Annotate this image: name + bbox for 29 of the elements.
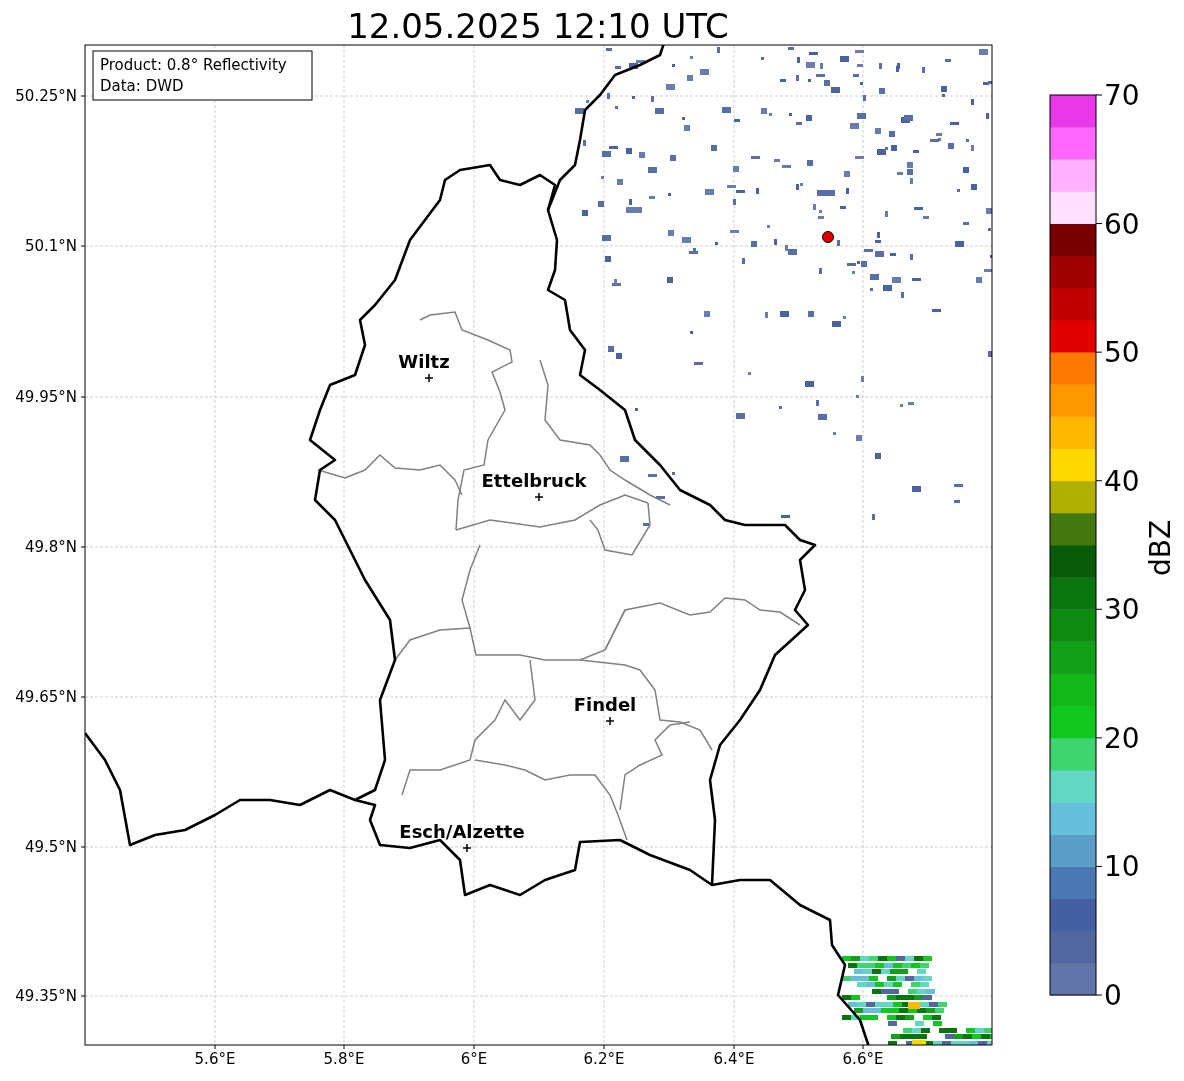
axis-tick-label: 6.2°E [583, 1050, 625, 1068]
colorbar-tick-label: 50 [1104, 336, 1140, 370]
colorbar-label: dBZ [1144, 519, 1177, 577]
colorbar-tick-label: 0 [1104, 979, 1122, 1012]
city-label: Wiltz [398, 351, 450, 372]
axis-tick-label: 49.8°N [24, 538, 77, 556]
city-label: Esch/Alzette [399, 821, 525, 842]
axis-tick-label: 50.1°N [24, 237, 77, 255]
axis-tick-label: 6°E [460, 1050, 488, 1068]
axis-tick-label: 49.95°N [15, 388, 77, 406]
info-text: Product: 0.8° Reflectivity [100, 56, 287, 74]
axis-tick-label: 5.6°E [194, 1050, 236, 1068]
axis-tick-label: 5.8°E [323, 1050, 365, 1068]
axis-tick-label: 49.65°N [15, 688, 77, 706]
info-text: Data: DWD [100, 77, 184, 95]
colorbar-tick-label: 10 [1104, 850, 1140, 884]
colorbar-tick-label: 20 [1104, 721, 1140, 755]
colorbar-tick-label: 30 [1104, 593, 1140, 627]
axis-tick-label: 6.4°E [713, 1050, 755, 1068]
axis-tick-label: 49.5°N [24, 838, 77, 856]
chart-title: 12.05.2025 12:10 UTC [347, 6, 729, 46]
axis-tick-label: 49.35°N [15, 987, 77, 1005]
city-label: Ettelbruck [481, 470, 587, 491]
colorbar-tick-label: 40 [1104, 464, 1140, 498]
city-label: Findel [573, 694, 637, 715]
colorbar-tick-label: 70 [1104, 79, 1140, 112]
axis-tick-label: 50.25°N [15, 87, 77, 105]
axis-tick-label: 6.6°E [842, 1050, 884, 1068]
colorbar-tick-label: 60 [1104, 207, 1140, 241]
